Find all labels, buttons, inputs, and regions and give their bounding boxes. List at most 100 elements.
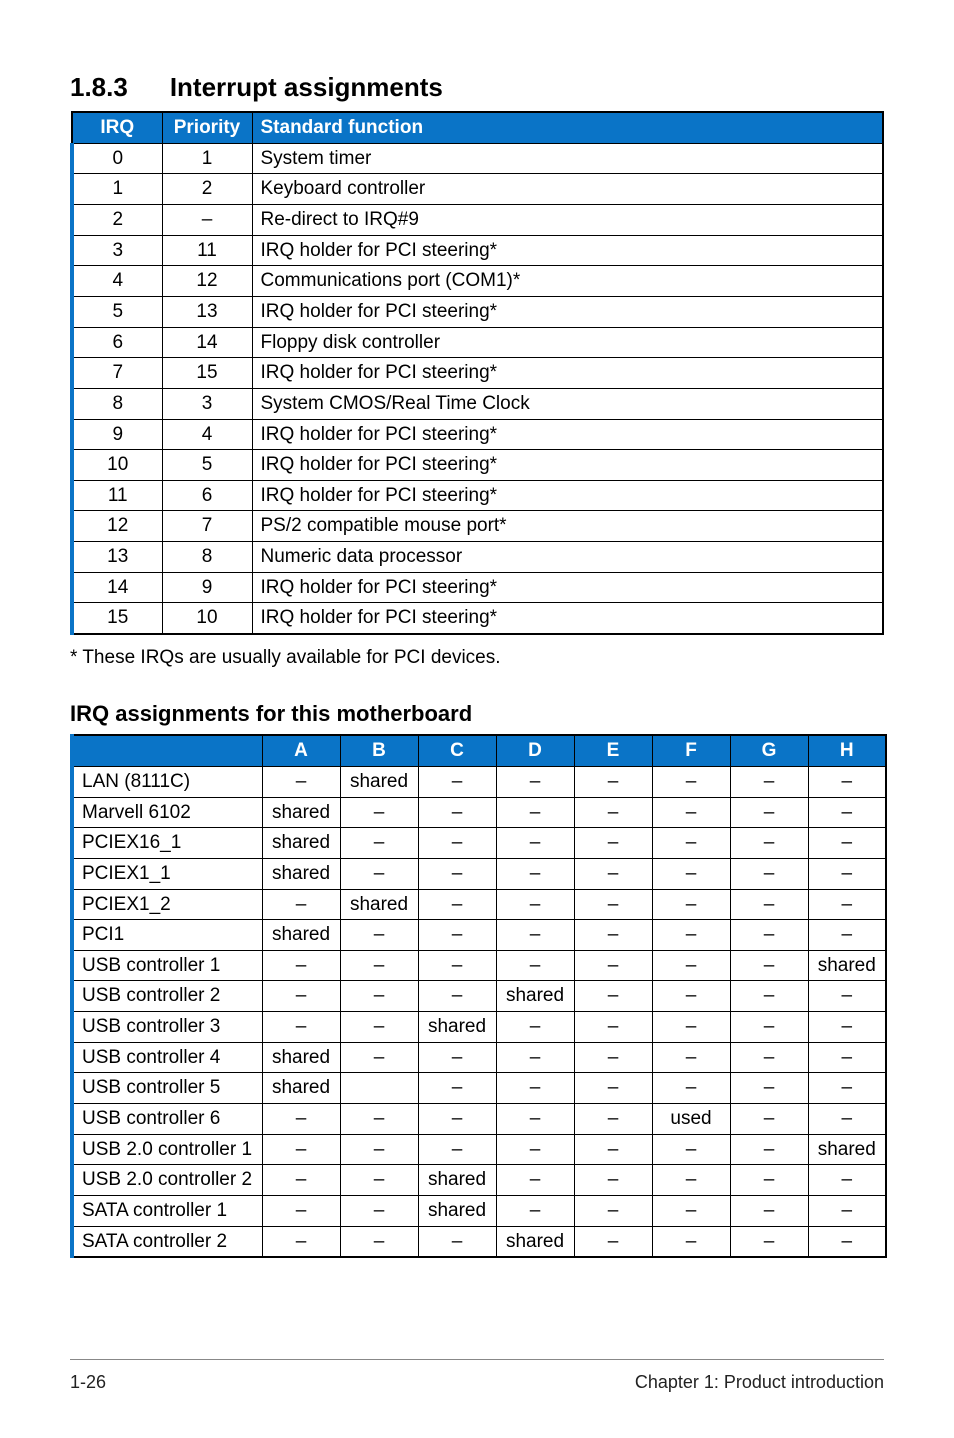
- table-row: SATA controller 2–––shared––––: [72, 1226, 886, 1257]
- cell-irq: 10: [72, 450, 162, 481]
- assignments-table: ABCDEFGH LAN (8111C)–shared––––––Marvell…: [70, 734, 887, 1258]
- cell-value: shared: [418, 1165, 496, 1196]
- cell-value: –: [262, 889, 340, 920]
- table-row: 116IRQ holder for PCI steering*: [72, 480, 883, 511]
- cell-value: –: [652, 1073, 730, 1104]
- cell-value: –: [340, 1042, 418, 1073]
- cell-value: –: [574, 828, 652, 859]
- irq-table: IRQ Priority Standard function 01System …: [70, 111, 884, 635]
- table-header-row: ABCDEFGH: [72, 735, 886, 766]
- cell-value: shared: [496, 1226, 574, 1257]
- cell-value: shared: [808, 950, 886, 981]
- cell-value: –: [496, 889, 574, 920]
- cell-label: LAN (8111C): [72, 766, 262, 797]
- table-row: 105IRQ holder for PCI steering*: [72, 450, 883, 481]
- cell-priority: 12: [162, 266, 252, 297]
- cell-value: –: [418, 950, 496, 981]
- cell-priority: 8: [162, 542, 252, 573]
- cell-value: –: [808, 981, 886, 1012]
- cell-value: –: [340, 1195, 418, 1226]
- cell-value: –: [808, 1073, 886, 1104]
- cell-irq: 14: [72, 572, 162, 603]
- cell-irq: 3: [72, 235, 162, 266]
- cell-function: System timer: [252, 143, 883, 174]
- cell-priority: 11: [162, 235, 252, 266]
- cell-value: –: [418, 920, 496, 951]
- cell-value: –: [652, 920, 730, 951]
- table-row: 83System CMOS/Real Time Clock: [72, 388, 883, 419]
- page-footer: 1-26 Chapter 1: Product introduction: [70, 1359, 884, 1394]
- table-row: LAN (8111C)–shared––––––: [72, 766, 886, 797]
- cell-value: –: [574, 1104, 652, 1135]
- cell-value: shared: [262, 1073, 340, 1104]
- cell-priority: 15: [162, 358, 252, 389]
- cell-irq: 8: [72, 388, 162, 419]
- cell-value: –: [730, 797, 808, 828]
- cell-function: IRQ holder for PCI steering*: [252, 572, 883, 603]
- th-irq: IRQ: [72, 112, 162, 143]
- cell-value: –: [730, 1134, 808, 1165]
- cell-irq: 13: [72, 542, 162, 573]
- table-row: USB controller 5shared––––––: [72, 1073, 886, 1104]
- cell-irq: 5: [72, 296, 162, 327]
- cell-value: –: [730, 920, 808, 951]
- cell-value: used: [652, 1104, 730, 1135]
- th-col: H: [808, 735, 886, 766]
- cell-value: –: [574, 1134, 652, 1165]
- cell-value: –: [574, 1226, 652, 1257]
- cell-priority: 14: [162, 327, 252, 358]
- cell-value: –: [730, 1165, 808, 1196]
- cell-function: Re-direct to IRQ#9: [252, 205, 883, 236]
- cell-value: –: [652, 797, 730, 828]
- th-col: A: [262, 735, 340, 766]
- cell-label: PCIEX16_1: [72, 828, 262, 859]
- cell-value: –: [262, 981, 340, 1012]
- cell-priority: 3: [162, 388, 252, 419]
- cell-label: PCIEX1_1: [72, 858, 262, 889]
- th-blank: [72, 735, 262, 766]
- cell-value: –: [418, 1073, 496, 1104]
- cell-value: shared: [418, 1012, 496, 1043]
- cell-value: –: [574, 1012, 652, 1043]
- cell-function: Floppy disk controller: [252, 327, 883, 358]
- cell-irq: 2: [72, 205, 162, 236]
- cell-value: –: [418, 1104, 496, 1135]
- cell-value: –: [652, 1226, 730, 1257]
- cell-value: –: [418, 828, 496, 859]
- table-row: USB controller 1–––––––shared: [72, 950, 886, 981]
- table-row: 513IRQ holder for PCI steering*: [72, 296, 883, 327]
- cell-value: –: [730, 950, 808, 981]
- cell-function: IRQ holder for PCI steering*: [252, 296, 883, 327]
- cell-value: –: [652, 1134, 730, 1165]
- cell-value: –: [574, 1042, 652, 1073]
- cell-value: –: [652, 858, 730, 889]
- cell-value: –: [730, 889, 808, 920]
- cell-value: –: [808, 1042, 886, 1073]
- cell-value: –: [652, 1165, 730, 1196]
- cell-function: IRQ holder for PCI steering*: [252, 419, 883, 450]
- cell-label: USB controller 6: [72, 1104, 262, 1135]
- cell-function: Numeric data processor: [252, 542, 883, 573]
- cell-value: –: [730, 766, 808, 797]
- cell-value: –: [730, 858, 808, 889]
- cell-value: –: [574, 797, 652, 828]
- cell-value: –: [808, 1012, 886, 1043]
- cell-irq: 4: [72, 266, 162, 297]
- cell-value: –: [574, 1195, 652, 1226]
- cell-irq: 9: [72, 419, 162, 450]
- page-number: 1-26: [70, 1370, 106, 1394]
- table-row: USB 2.0 controller 1–––––––shared: [72, 1134, 886, 1165]
- th-col: D: [496, 735, 574, 766]
- cell-value: –: [496, 950, 574, 981]
- cell-value: shared: [496, 981, 574, 1012]
- cell-value: –: [418, 981, 496, 1012]
- cell-value: –: [574, 1073, 652, 1104]
- table-row: USB 2.0 controller 2––shared–––––: [72, 1165, 886, 1196]
- cell-value: –: [730, 1073, 808, 1104]
- cell-label: PCIEX1_2: [72, 889, 262, 920]
- assignments-heading: IRQ assignments for this motherboard: [70, 699, 884, 729]
- cell-priority: 1: [162, 143, 252, 174]
- cell-value: –: [574, 858, 652, 889]
- th-col: E: [574, 735, 652, 766]
- cell-value: –: [262, 1195, 340, 1226]
